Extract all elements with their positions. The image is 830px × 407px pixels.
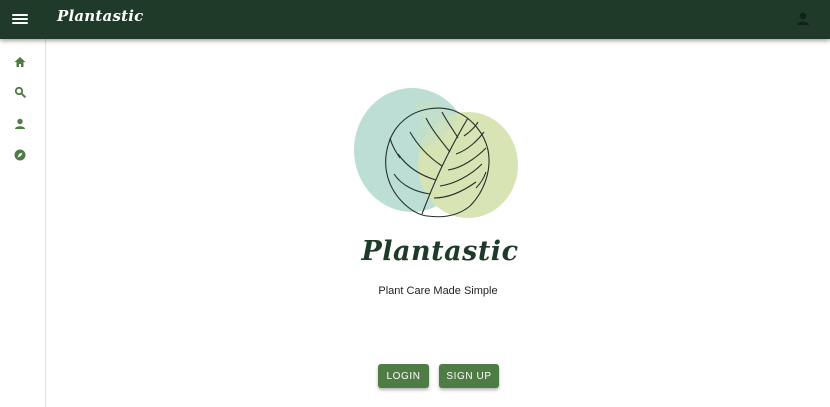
signup-button[interactable]: SIGN UP: [439, 364, 499, 388]
search-icon: [14, 86, 26, 98]
login-button[interactable]: LOGIN: [378, 364, 429, 388]
sidebar-item-search[interactable]: [12, 84, 28, 100]
home-icon: [14, 57, 26, 67]
person-icon: [15, 118, 25, 129]
sidebar: [0, 39, 46, 407]
app-title: Plantastic: [57, 7, 144, 25]
account-icon[interactable]: [794, 10, 812, 28]
sidebar-item-home[interactable]: [12, 54, 28, 70]
tagline: Plant Care Made Simple: [378, 285, 498, 297]
explore-icon: [14, 149, 26, 161]
hamburger-menu-icon[interactable]: [10, 9, 30, 29]
sidebar-item-profile[interactable]: [12, 116, 28, 132]
sidebar-item-explore[interactable]: [12, 147, 28, 163]
plant-logo: [352, 88, 522, 220]
top-app-bar: Plantastic: [0, 0, 830, 39]
brand-name: Plantastic: [361, 236, 519, 267]
